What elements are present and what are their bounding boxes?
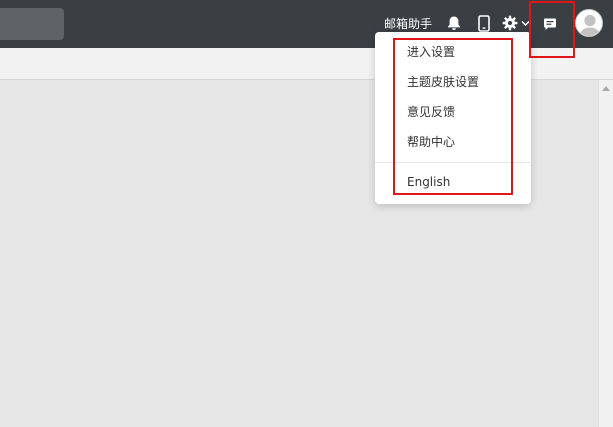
bell-icon[interactable]: [446, 15, 462, 31]
menu-item-theme-skin-settings[interactable]: 主题皮肤设置: [407, 71, 517, 93]
phone-icon[interactable]: [477, 15, 491, 32]
menu-item-enter-settings[interactable]: 进入设置: [407, 41, 517, 63]
menu-item-feedback[interactable]: 意见反馈: [407, 101, 517, 123]
user-icon: [579, 14, 601, 36]
settings-dropdown-menu: 进入设置 主题皮肤设置 意见反馈 帮助中心 English: [375, 32, 531, 204]
menu-item-help-center[interactable]: 帮助中心: [407, 131, 517, 153]
scroll-up-arrow-icon[interactable]: [602, 86, 610, 91]
chevron-down-icon[interactable]: [521, 20, 530, 27]
menu-item-english[interactable]: English: [407, 171, 517, 193]
vertical-scrollbar[interactable]: [598, 80, 613, 427]
avatar[interactable]: [575, 9, 603, 37]
gear-icon[interactable]: [502, 15, 518, 31]
message-icon[interactable]: [543, 17, 557, 31]
menu-divider: [375, 162, 531, 163]
mail-assistant-link[interactable]: 邮箱助手: [384, 15, 432, 33]
search-box[interactable]: [0, 8, 64, 40]
